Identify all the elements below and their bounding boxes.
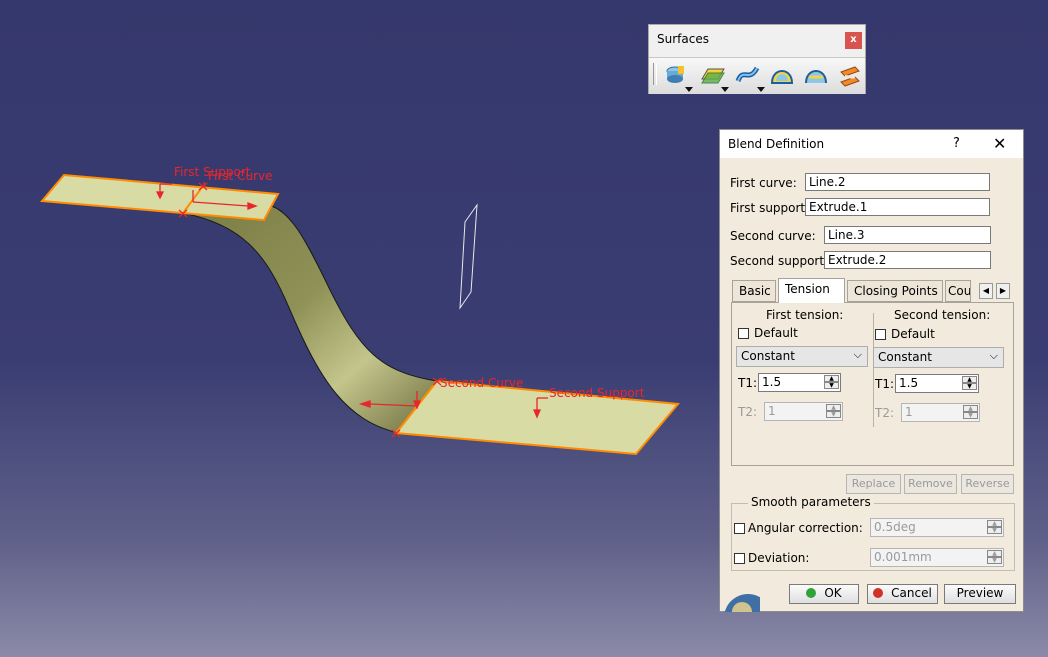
blend-definition-dialog[interactable]: Blend Definition ? ✕ First curve: Line.2… xyxy=(719,129,1024,612)
sweep-icon[interactable] xyxy=(733,61,765,92)
second-tension-type-select[interactable]: Constant ⌵ xyxy=(873,347,1004,368)
ok-icon xyxy=(806,588,817,598)
cancel-button[interactable]: Cancel xyxy=(867,584,938,604)
first-curve-label: First Curve xyxy=(208,169,272,183)
toolbar-title: Surfaces xyxy=(657,32,709,46)
tab-coupling[interactable]: Cou xyxy=(945,280,971,302)
dialog-title-bar[interactable]: Blend Definition ? ✕ xyxy=(720,130,1023,158)
toolbar-grip[interactable] xyxy=(653,63,657,85)
first-t1-spinner[interactable]: 1.5 ▲ ▼ xyxy=(758,373,841,392)
surfaces-toolbar[interactable]: Surfaces x xyxy=(648,24,866,94)
chevron-down-icon: ⌵ xyxy=(989,349,998,362)
fill-icon[interactable] xyxy=(767,61,797,89)
tension-panel: First tension: Default Constant ⌵ T1: 1.… xyxy=(731,302,1014,466)
blend-icon[interactable] xyxy=(835,61,865,89)
second-default-checkbox[interactable] xyxy=(875,329,886,340)
angular-correction-checkbox[interactable] xyxy=(734,523,745,534)
second-t2-value: 1 xyxy=(905,405,913,419)
second-curve-label: Second curve: xyxy=(730,229,816,243)
second-support-label: Second Support xyxy=(549,386,645,400)
ok-label: OK xyxy=(824,586,842,600)
spinner-arrows-icon[interactable]: ▲ ▼ xyxy=(962,376,977,391)
cancel-label: Cancel xyxy=(891,586,932,600)
tab-closing-points[interactable]: Closing Points xyxy=(847,280,943,302)
second-tension-type-value: Constant xyxy=(878,350,932,364)
first-support-field[interactable]: Extrude.1 xyxy=(805,198,990,216)
replace-button[interactable]: Replace xyxy=(846,474,901,494)
second-t2-label: T2: xyxy=(875,406,895,420)
dialog-title: Blend Definition xyxy=(728,137,825,151)
tab-scroll-left-icon[interactable]: ◀ xyxy=(979,283,993,299)
first-t1-value: 1.5 xyxy=(762,375,782,389)
second-tension-heading: Second tension: xyxy=(894,308,991,322)
catia-logo xyxy=(720,588,760,612)
second-curve-label: Second Curve xyxy=(440,376,523,390)
second-t1-label: T1: xyxy=(875,377,895,391)
first-tension-type-select[interactable]: Constant ⌵ xyxy=(736,346,868,367)
wireframe-plane[interactable] xyxy=(459,203,478,310)
deviation-checkbox[interactable] xyxy=(734,553,745,564)
second-default-label: Default xyxy=(891,327,935,341)
spinner-arrows-icon: ▲ ▼ xyxy=(963,405,978,420)
second-t1-spinner[interactable]: 1.5 ▲ ▼ xyxy=(895,374,979,393)
first-tension-type-value: Constant xyxy=(741,349,795,363)
cancel-icon xyxy=(873,588,884,598)
spinner-arrows-icon: ▲ ▼ xyxy=(987,550,1002,565)
second-curve-field[interactable]: Line.3 xyxy=(824,226,991,244)
remove-button[interactable]: Remove xyxy=(904,474,957,494)
first-curve-field[interactable]: Line.2 xyxy=(805,173,990,191)
angular-correction-spinner: 0.5deg ▲ ▼ xyxy=(870,518,1004,537)
blend-surface[interactable] xyxy=(182,204,438,434)
deviation-label: Deviation: xyxy=(748,551,810,565)
first-t1-label: T1: xyxy=(738,376,758,390)
second-t2-spinner: 1 ▲ ▼ xyxy=(901,403,980,422)
spinner-arrows-icon: ▲ ▼ xyxy=(826,404,841,419)
deviation-spinner: 0.001mm ▲ ▼ xyxy=(870,548,1004,567)
multi-section-icon[interactable] xyxy=(801,61,831,89)
help-icon[interactable]: ? xyxy=(953,136,960,151)
offset-icon[interactable] xyxy=(697,61,729,92)
angular-correction-label: Angular correction: xyxy=(748,521,863,535)
second-t1-value: 1.5 xyxy=(899,376,919,390)
first-tension-heading: First tension: xyxy=(766,308,844,322)
chevron-down-icon: ⌵ xyxy=(853,348,862,361)
first-default-label: Default xyxy=(754,326,798,340)
panel-divider xyxy=(873,313,874,427)
first-t2-label: T2: xyxy=(738,405,758,419)
spinner-arrows-icon: ▲ ▼ xyxy=(987,520,1002,535)
first-curve-label: First curve: xyxy=(730,176,797,190)
toolbar-icon-row xyxy=(649,57,865,94)
spinner-arrows-icon[interactable]: ▲ ▼ xyxy=(824,375,839,390)
tab-tension[interactable]: Tension xyxy=(778,278,845,303)
smooth-parameters-group: Smooth parameters Angular correction: 0.… xyxy=(731,495,1015,571)
first-t2-spinner: 1 ▲ ▼ xyxy=(764,402,843,421)
first-support-label: First support: xyxy=(730,201,810,215)
smooth-parameters-title: Smooth parameters xyxy=(748,495,874,509)
angular-correction-value: 0.5deg xyxy=(874,520,916,534)
reverse-button[interactable]: Reverse xyxy=(961,474,1014,494)
close-icon[interactable]: ✕ xyxy=(993,134,1006,153)
tab-basic[interactable]: Basic xyxy=(732,280,776,302)
deviation-value: 0.001mm xyxy=(874,550,932,564)
first-t2-value: 1 xyxy=(768,404,776,418)
toolbar-close-button[interactable]: x xyxy=(845,32,862,49)
extrude-icon[interactable] xyxy=(661,61,693,92)
second-support-field[interactable]: Extrude.2 xyxy=(824,251,991,269)
ok-button[interactable]: OK xyxy=(789,584,859,604)
preview-button[interactable]: Preview xyxy=(944,584,1016,604)
tab-scroll-right-icon[interactable]: ▶ xyxy=(996,283,1010,299)
second-support-label: Second support: xyxy=(730,254,829,268)
first-default-checkbox[interactable] xyxy=(738,328,749,339)
